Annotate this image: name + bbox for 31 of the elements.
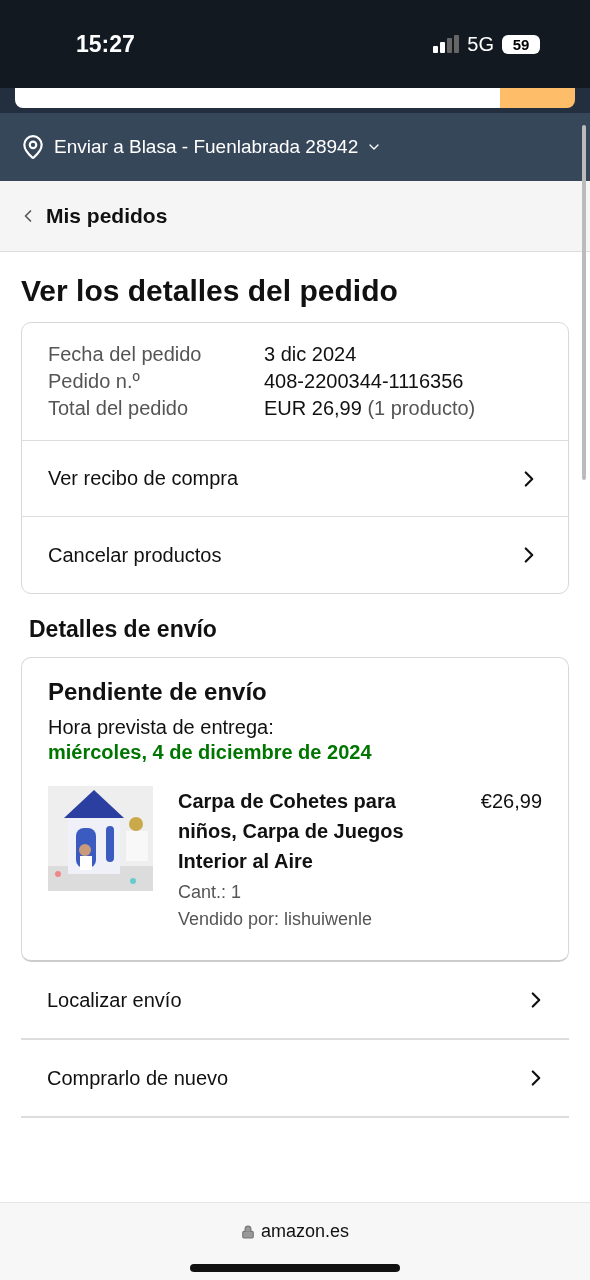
search-field[interactable] bbox=[15, 88, 500, 108]
summary-label: Fecha del pedido bbox=[48, 343, 203, 366]
location-bar[interactable]: Enviar a Blasa - Fuenlabrada 28942 bbox=[0, 113, 590, 181]
action-row[interactable]: Cancelar productos bbox=[22, 517, 568, 593]
summary-value: 3 dic 2024 bbox=[264, 343, 358, 366]
summary-value: 408-2200344-1116356 bbox=[264, 370, 465, 393]
shipment-status: Pendiente de envío bbox=[48, 678, 268, 706]
signal-icon bbox=[433, 35, 460, 53]
lock-icon bbox=[240, 1224, 255, 1239]
search-button[interactable] bbox=[500, 88, 575, 108]
summary-value: EUR 26,99 (1 producto) bbox=[264, 397, 477, 420]
back-link[interactable]: Mis pedidos bbox=[46, 204, 168, 228]
product-price: €26,99 bbox=[480, 790, 542, 813]
page-title: Ver los detalles del pedido bbox=[21, 274, 399, 308]
summary-label: Pedido n.º bbox=[48, 370, 141, 393]
url-label[interactable]: amazon.es bbox=[260, 1221, 350, 1242]
seller-label: Vendido por: lishuiwenle bbox=[178, 909, 374, 930]
location-pin-icon bbox=[20, 134, 46, 160]
action-row[interactable]: Comprarlo de nuevo bbox=[21, 1040, 569, 1118]
delivery-date: miércoles, 4 de diciembre de 2024 bbox=[48, 741, 373, 764]
action-row[interactable]: Localizar envío bbox=[21, 962, 569, 1040]
quantity-label: Cant.: 1 bbox=[178, 882, 243, 903]
delivery-label: Hora prevista de entrega: bbox=[48, 716, 275, 739]
battery-icon: 59 bbox=[502, 34, 540, 54]
section-heading: Detalles de envío bbox=[29, 616, 218, 643]
location-label: Enviar a Blasa - Fuenlabrada 28942 bbox=[54, 136, 359, 158]
network-label: 5G bbox=[467, 32, 494, 56]
product-name[interactable]: Carpa de Cohetes para niños, Carpa de Juegos Interior al Aire bbox=[178, 786, 418, 876]
summary-label: Total del pedido bbox=[48, 397, 190, 420]
action-row[interactable]: Ver recibo de compra bbox=[22, 441, 568, 517]
status-time: 15:27 bbox=[76, 30, 135, 58]
